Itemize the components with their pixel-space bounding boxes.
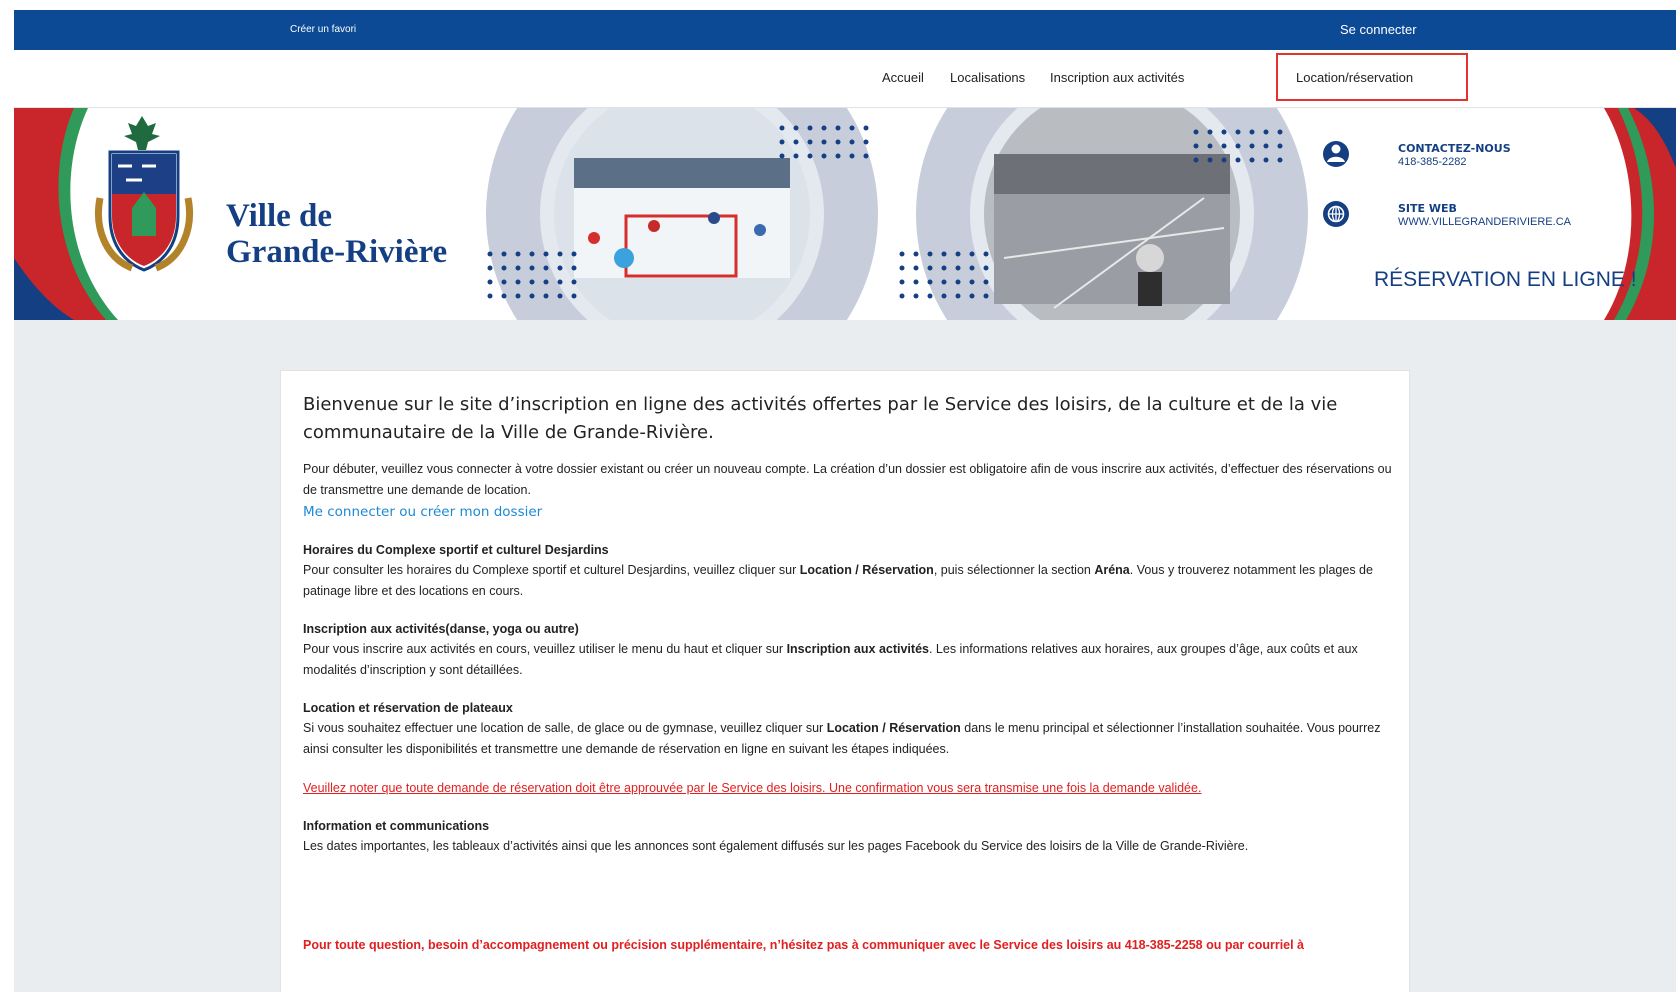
intro-paragraph: Pour débuter, veuillez vous connecter à … — [303, 462, 1392, 497]
website-title: SITE WEB — [1398, 202, 1457, 215]
main-nav: Accueil Localisations Inscription aux ac… — [14, 50, 1676, 108]
nav-item-inscription[interactable]: Inscription aux activités — [1050, 70, 1184, 85]
welcome-heading: Bienvenue sur le site d’inscription en l… — [303, 394, 1338, 443]
website-block: SITE WEB WWW.VILLEGRANDERIVIERE.CA — [1398, 202, 1571, 228]
section-hours: Horaires du Complexe sportif et culturel… — [303, 541, 1393, 602]
city-title-line2: Grande-Rivière — [226, 234, 448, 270]
contact-phone: 418-385-2282 — [1398, 156, 1467, 168]
nav-item-location-reservation[interactable]: Location/réservation — [1296, 70, 1413, 85]
nav-item-accueil[interactable]: Accueil — [882, 70, 924, 85]
coat-of-arms-icon — [95, 116, 193, 272]
login-or-create-link[interactable]: Me connecter ou créer mon dossier — [303, 501, 1393, 523]
online-reservation-tagline: RÉSERVATION EN LIGNE ! — [1374, 268, 1637, 291]
contact-title: CONTACTEZ-NOUS — [1398, 142, 1511, 155]
section-activities: Inscription aux activités(danse, yoga ou… — [303, 620, 1393, 681]
content-card: Bienvenue sur le site d’inscription en l… — [280, 370, 1410, 992]
contact-block: CONTACTEZ-NOUS 418-385-2282 — [1398, 142, 1511, 168]
section-activities-title: Inscription aux activités(danse, yoga ou… — [303, 622, 579, 636]
approval-warning: Veuillez noter que toute demande de rése… — [303, 781, 1202, 795]
section-rental-text: Si vous souhaitez effectuer une location… — [303, 721, 1381, 756]
page: Créer un favori Se connecter Accueil Loc… — [14, 10, 1676, 992]
user-icon — [1323, 141, 1349, 167]
contact-note: Pour toute question, besoin d’accompagne… — [303, 938, 1305, 952]
section-info-text: Les dates importantes, les tableaux d’ac… — [303, 839, 1249, 853]
section-info: Information et communications Les dates … — [303, 817, 1393, 857]
section-rental: Location et réservation de plateaux Si v… — [303, 699, 1393, 760]
section-activities-text: Pour vous inscrire aux activités en cour… — [303, 642, 1358, 677]
section-rental-title: Location et réservation de plateaux — [303, 701, 513, 715]
city-title-line1: Ville de — [226, 198, 333, 234]
section-hours-title: Horaires du Complexe sportif et culturel… — [303, 543, 609, 557]
city-logo-text: Ville de Grande-Rivière — [226, 198, 447, 270]
website-url: WWW.VILLEGRANDERIVIERE.CA — [1398, 216, 1571, 228]
create-favorite-link[interactable]: Créer un favori — [290, 24, 356, 35]
header-banner: Ville de Grande-Rivière CONTACTEZ-NOUS 4… — [14, 108, 1676, 320]
login-link[interactable]: Se connecter — [1340, 22, 1417, 37]
section-hours-text: Pour consulter les horaires du Complexe … — [303, 563, 1373, 598]
nav-item-localisations[interactable]: Localisations — [950, 70, 1025, 85]
top-bar: Créer un favori Se connecter — [14, 10, 1676, 50]
section-info-title: Information et communications — [303, 819, 490, 833]
globe-icon — [1323, 201, 1349, 227]
